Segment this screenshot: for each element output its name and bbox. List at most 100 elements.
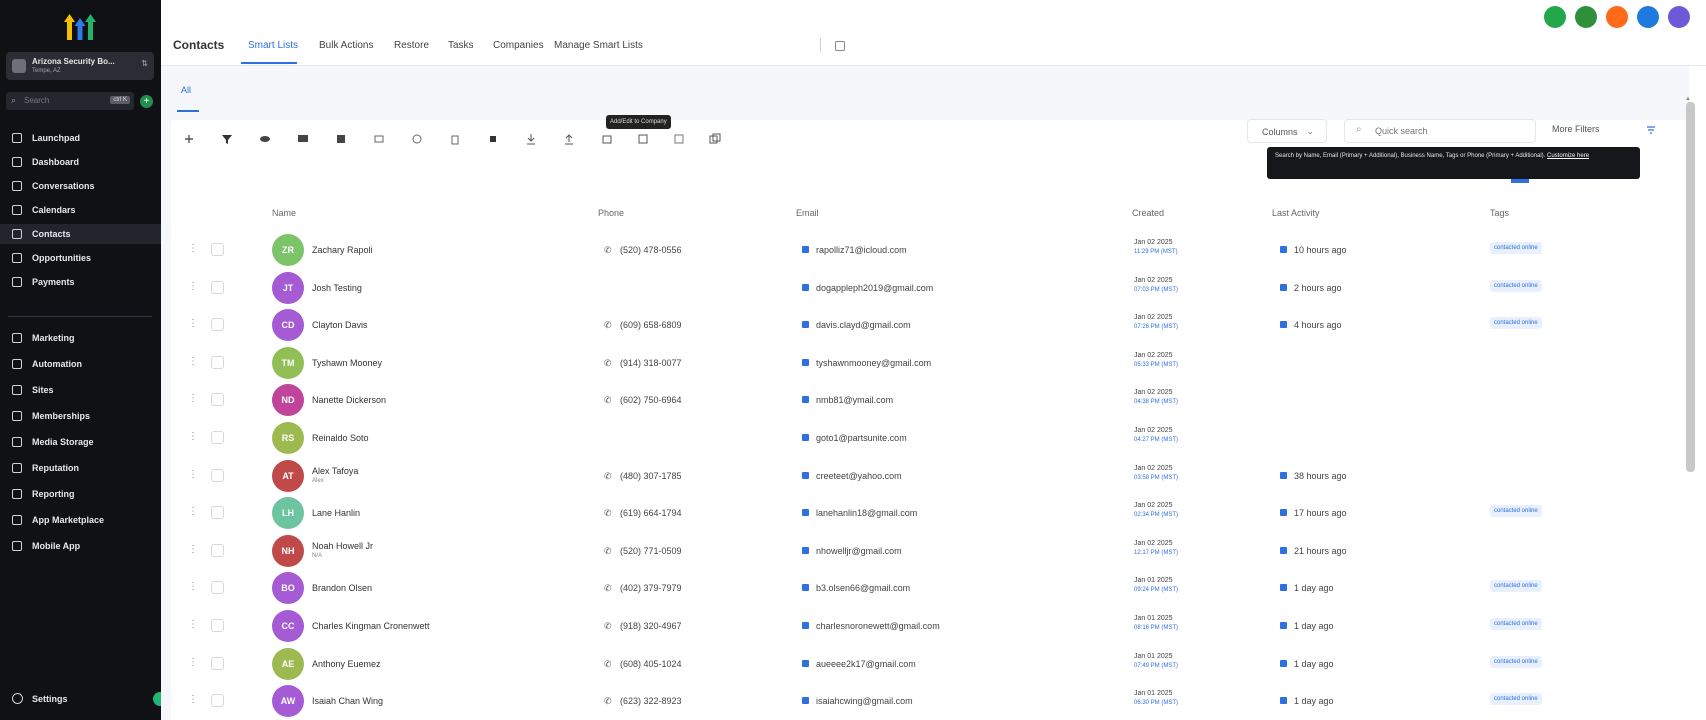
contact-name[interactable]: Isaiah Chan Wing <box>312 696 383 706</box>
phone-icon[interactable]: ✆ <box>604 395 612 406</box>
row-checkbox[interactable] <box>211 280 224 294</box>
contact-phone[interactable]: (602) 750-6964 <box>620 395 682 405</box>
add-tag-icon[interactable] <box>373 133 385 145</box>
row-checkbox[interactable] <box>211 355 224 369</box>
contact-name[interactable]: Anthony Euemez <box>312 659 381 669</box>
avatar[interactable]: ND <box>272 384 304 417</box>
quick-search-input[interactable] <box>1344 119 1536 143</box>
table-row[interactable]: ⋮ BO Brandon Olsen ✆ (402) 379-7979 b3.olsen6… <box>0 569 1542 606</box>
contact-email[interactable]: nhowelljr@gmail.com <box>816 546 902 556</box>
contact-phone[interactable]: (918) 320-4967 <box>620 621 682 631</box>
table-row[interactable]: ⋮ RS Reinaldo Soto goto1@partsunite.com Jan … <box>0 419 1500 456</box>
contact-email[interactable]: goto1@partsunite.com <box>816 433 907 443</box>
tag-badge[interactable]: contacted online <box>1490 242 1542 254</box>
contact-email[interactable]: lanehanlin18@gmail.com <box>816 508 917 518</box>
contact-name[interactable]: Alex Tafoya <box>312 466 358 476</box>
contact-email[interactable]: creeteet@yahoo.com <box>816 471 902 481</box>
phone-icon[interactable]: ✆ <box>604 583 612 594</box>
avatar[interactable]: LH <box>272 497 304 530</box>
phone-icon[interactable]: ✆ <box>604 621 612 632</box>
delete-icon[interactable] <box>449 133 461 145</box>
row-checkbox[interactable] <box>211 468 224 482</box>
avatar[interactable]: AW <box>272 685 304 718</box>
user-avatar[interactable] <box>1668 6 1690 28</box>
tag-badge[interactable]: contacted online <box>1490 618 1542 630</box>
column-header-phone[interactable]: Phone <box>598 208 624 218</box>
contact-name[interactable]: Zachary Rapoli <box>312 245 373 255</box>
table-row[interactable]: ⋮ JT Josh Testing dogappleph2019@gmail.com J… <box>0 269 1542 306</box>
contact-name[interactable]: Lane Hanlin <box>312 508 360 518</box>
avatar[interactable]: CC <box>272 610 304 642</box>
table-row[interactable]: ⋮ ZR Zachary Rapoli ✆ (520) 478-0556 rapolliz… <box>0 231 1542 268</box>
column-header-tags[interactable]: Tags <box>1490 208 1509 218</box>
account-switcher[interactable]: Arizona Security Bo... Tempe, AZ ⇅ <box>6 52 154 80</box>
phone-icon[interactable]: ✆ <box>604 320 612 331</box>
customize-tabs-icon[interactable] <box>835 41 845 51</box>
phone-icon[interactable]: ✆ <box>604 659 612 670</box>
add-contact-icon[interactable] <box>183 133 195 145</box>
row-checkbox[interactable] <box>211 431 224 444</box>
avatar[interactable]: TM <box>272 346 304 379</box>
filter-lines-icon[interactable] <box>1646 125 1656 135</box>
phone-icon[interactable]: ✆ <box>604 471 612 482</box>
tab-manage-smart-lists[interactable]: Manage Smart Lists <box>554 40 643 51</box>
row-checkbox[interactable] <box>211 656 224 670</box>
phone-icon[interactable]: ✆ <box>604 508 612 519</box>
filter-funnel-icon[interactable] <box>221 133 233 145</box>
contact-phone[interactable]: (619) 664-1794 <box>620 508 682 518</box>
contact-phone[interactable]: (914) 318-0077 <box>620 358 682 368</box>
table-row[interactable]: ⋮ AE Anthony Euemez ✆ (608) 405-1024 aueeee2k… <box>0 645 1542 682</box>
table-row[interactable]: ⋮ LH Lane Hanlin ✆ (619) 664-1794 lanehanlin1… <box>0 494 1542 531</box>
customize-link[interactable]: Customize here <box>1547 153 1589 159</box>
sidebar-item-calendars[interactable]: Calendars <box>0 200 161 220</box>
assign-icon[interactable] <box>673 133 685 145</box>
row-menu-icon[interactable]: ⋮ <box>188 506 198 517</box>
avatar[interactable]: AE <box>272 647 304 680</box>
contact-email[interactable]: rapolliz71@icloud.com <box>816 245 907 255</box>
export-icon[interactable] <box>525 133 537 145</box>
table-row[interactable]: ⋮ AT Alex Tafoya Alex ✆ (480) 307-1785 creetee… <box>0 457 1500 494</box>
contact-email[interactable]: aueeee2k17@gmail.com <box>816 659 916 669</box>
contact-phone[interactable]: (623) 322-8923 <box>620 696 682 706</box>
column-header-email[interactable]: Email <box>796 208 819 218</box>
table-row[interactable]: ⋮ CC Charles Kingman Cronenwett ✆ (918) 320-… <box>0 607 1542 644</box>
column-resize-handle[interactable] <box>1511 179 1529 183</box>
phone-icon[interactable]: ✆ <box>604 245 612 256</box>
contact-phone[interactable]: (608) 405-1024 <box>620 659 682 669</box>
row-checkbox[interactable] <box>211 581 224 595</box>
email-icon[interactable] <box>335 133 347 145</box>
table-row[interactable]: ⋮ CD Clayton Davis ✆ (609) 658-6809 davis.cla… <box>0 306 1542 343</box>
avatar[interactable]: JT <box>272 271 304 304</box>
contact-phone[interactable]: (520) 478-0556 <box>620 245 682 255</box>
tab-bulk-actions[interactable]: Bulk Actions <box>319 40 373 51</box>
copy-icon[interactable] <box>709 133 721 145</box>
contact-name[interactable]: Clayton Davis <box>312 320 368 330</box>
vertical-scrollbar[interactable] <box>1686 102 1695 472</box>
contact-name[interactable]: Charles Kingman Cronenwett <box>312 621 430 631</box>
phone-call-icon[interactable] <box>1544 6 1566 28</box>
sidebar-search[interactable]: ⌕ Search ctrl K <box>6 92 134 110</box>
tab-tasks[interactable]: Tasks <box>448 40 474 51</box>
row-menu-icon[interactable]: ⋮ <box>188 243 198 254</box>
row-checkbox[interactable] <box>211 619 224 632</box>
table-row[interactable]: ⋮ ND Nanette Dickerson ✆ (602) 750-6964 nmb81… <box>0 381 1500 418</box>
avatar[interactable]: BO <box>272 572 304 605</box>
add-to-company-icon[interactable] <box>601 133 613 145</box>
table-row[interactable]: ⋮ AW Isaiah Chan Wing ✆ (623) 322-8923 isaiah… <box>0 682 1542 719</box>
tag-badge[interactable]: contacted online <box>1490 317 1542 330</box>
columns-dropdown[interactable]: Columns ⌄ <box>1247 119 1327 143</box>
row-menu-icon[interactable]: ⋮ <box>188 431 198 442</box>
row-menu-icon[interactable]: ⋮ <box>188 694 198 705</box>
tag-badge[interactable]: contacted online <box>1490 279 1542 292</box>
avatar[interactable]: CD <box>272 309 304 342</box>
contact-phone[interactable]: (480) 307-1785 <box>620 471 682 481</box>
sms-icon[interactable] <box>297 133 309 145</box>
contact-email[interactable]: charlesnoronewett@gmail.com <box>816 621 940 631</box>
contact-email[interactable]: nmb81@ymail.com <box>816 395 893 405</box>
tag-badge[interactable]: contacted online <box>1490 693 1542 706</box>
row-menu-icon[interactable]: ⋮ <box>188 281 198 292</box>
import-icon[interactable] <box>563 133 575 145</box>
row-checkbox[interactable] <box>211 243 224 256</box>
avatar[interactable]: RS <box>272 422 304 454</box>
contact-phone[interactable]: (520) 771-0509 <box>620 546 682 556</box>
